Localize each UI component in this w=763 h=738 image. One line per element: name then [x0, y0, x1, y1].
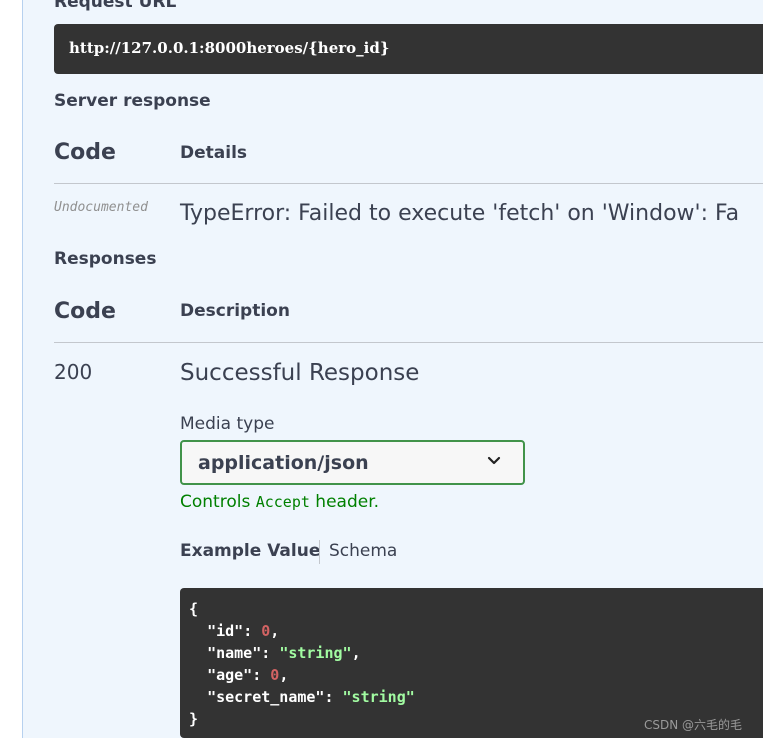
server-response-label: Server response	[54, 91, 211, 111]
json-value-secret-name: "string"	[342, 688, 415, 706]
example-json: { "id": 0, "name": "string", "age": 0, "…	[189, 600, 415, 728]
json-value-age: 0	[270, 666, 280, 684]
controls-accept-note: Controls Accept header.	[180, 492, 379, 512]
media-type-value: application/json	[198, 452, 369, 474]
json-comma: ,	[270, 622, 280, 640]
controls-accept-code: Accept	[255, 493, 310, 511]
response-status-code: Undocumented	[54, 200, 148, 215]
json-key-id: "id"	[207, 622, 244, 640]
json-key-name: "name"	[207, 644, 262, 662]
server-response-code-header: Code	[54, 140, 116, 165]
json-key-age: "age"	[207, 666, 253, 684]
controls-suffix: header.	[309, 492, 380, 512]
media-type-label: Media type	[180, 414, 275, 434]
tab-example-value[interactable]: Example Value	[180, 541, 320, 561]
responses-divider	[54, 342, 763, 343]
tab-divider	[319, 540, 320, 564]
responses-description-header: Description	[180, 301, 290, 321]
json-value-id: 0	[261, 622, 271, 640]
request-url-label: Request URL	[54, 0, 177, 12]
controls-prefix: Controls	[180, 492, 256, 512]
json-value-name: "string"	[279, 644, 352, 662]
json-comma: ,	[279, 666, 289, 684]
request-url-box: http://127.0.0.1:8000heroes/{hero_id}	[54, 24, 763, 74]
error-message: TypeError: Failed to execute 'fetch' on …	[180, 201, 740, 226]
json-open-brace: {	[189, 600, 199, 618]
server-response-details-header: Details	[180, 143, 248, 163]
tab-schema[interactable]: Schema	[329, 541, 397, 561]
csdn-watermark: CSDN @六毛的毛	[644, 718, 743, 732]
responses-label: Responses	[54, 249, 157, 269]
responses-code-header: Code	[54, 299, 116, 324]
response-code-200: 200	[54, 360, 93, 384]
json-comma: ,	[351, 644, 361, 662]
media-type-select[interactable]: application/json	[180, 440, 525, 485]
json-key-secret-name: "secret_name"	[207, 688, 325, 706]
response-panel: Request URL http://127.0.0.1:8000heroes/…	[22, 0, 763, 738]
json-close-brace: }	[189, 710, 199, 728]
response-description: Successful Response	[180, 360, 420, 386]
chevron-down-icon	[487, 456, 501, 465]
request-url-text: http://127.0.0.1:8000heroes/{hero_id}	[69, 39, 390, 57]
server-response-divider	[54, 183, 763, 184]
